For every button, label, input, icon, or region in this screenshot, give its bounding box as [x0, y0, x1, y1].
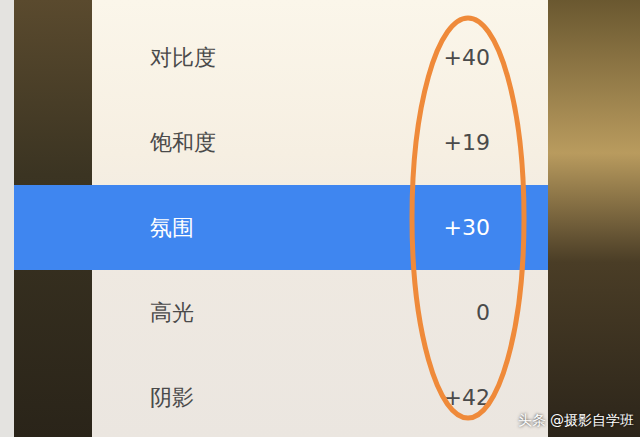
adjustment-row[interactable]: 饱和度 +19 — [14, 100, 548, 185]
adjustment-row[interactable]: 阴影 +42 — [14, 355, 548, 437]
adjustment-value: +40 — [444, 44, 490, 72]
adjustment-value: +42 — [444, 384, 490, 412]
adjustment-label: 高光 — [150, 299, 194, 327]
adjustment-row[interactable]: 氛围 +30 — [14, 185, 548, 270]
adjustment-label: 氛围 — [150, 214, 194, 242]
adjustment-value: +19 — [444, 129, 490, 157]
annotation-ellipse-icon — [0, 0, 640, 437]
adjustment-row[interactable]: 高光 0 — [14, 270, 548, 355]
adjustment-value: +30 — [444, 214, 490, 242]
watermark: 头条 @摄影自学班 — [518, 411, 634, 429]
adjustment-value: 0 — [476, 299, 490, 327]
adjustment-label: 饱和度 — [150, 129, 216, 157]
adjustment-label: 阴影 — [150, 384, 194, 412]
adjustment-list: 对比度 +40 饱和度 +19 氛围 +30 高光 0 阴影 +42 — [0, 0, 640, 437]
adjustment-label: 对比度 — [150, 44, 216, 72]
adjustment-row[interactable]: 对比度 +40 — [14, 15, 548, 100]
editor-screen: 对比度 +40 饱和度 +19 氛围 +30 高光 0 阴影 +42 头条 @摄影自学班 — [0, 0, 640, 437]
